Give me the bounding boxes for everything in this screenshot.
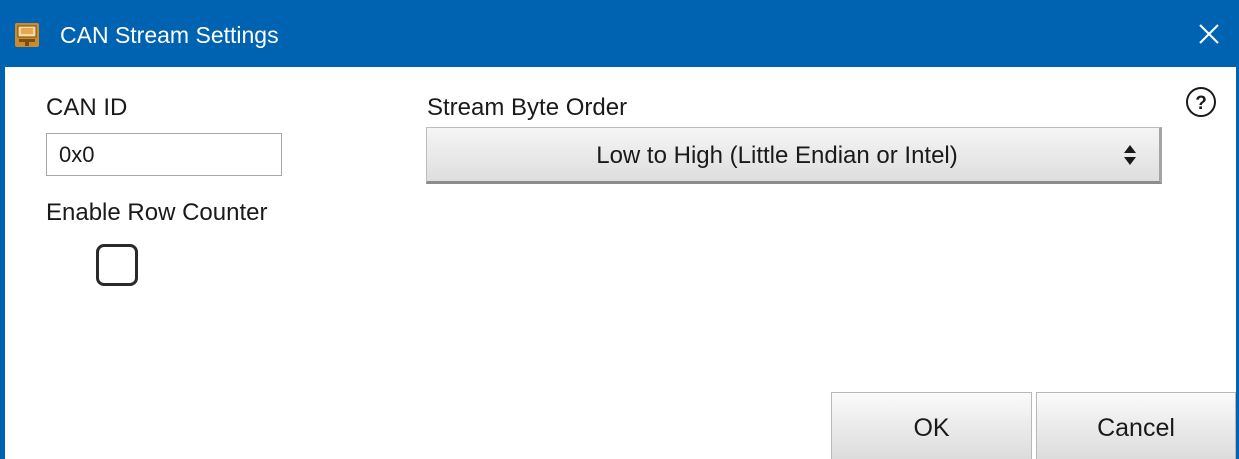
up-down-arrows-icon xyxy=(1124,145,1136,165)
row-counter-label: Enable Row Counter xyxy=(46,199,268,226)
can-id-input[interactable] xyxy=(46,133,282,176)
can-id-label: CAN ID xyxy=(46,94,128,121)
svg-text:?: ? xyxy=(1195,93,1207,114)
window-border-left xyxy=(0,67,5,459)
row-counter-checkbox[interactable] xyxy=(96,244,138,286)
byte-order-label: Stream Byte Order xyxy=(427,94,628,121)
app-icon xyxy=(15,23,39,47)
byte-order-selected-value: Low to High (Little Endian or Intel) xyxy=(596,142,958,169)
window-title: CAN Stream Settings xyxy=(60,22,279,48)
help-icon[interactable]: ? xyxy=(1184,85,1218,119)
can-stream-settings-dialog: CAN Stream Settings CAN ID Enable Row Co… xyxy=(0,0,1239,459)
title-bar: CAN Stream Settings xyxy=(0,0,1239,67)
close-icon[interactable] xyxy=(1188,13,1230,55)
cancel-button[interactable]: Cancel xyxy=(1036,392,1236,459)
byte-order-select[interactable]: Low to High (Little Endian or Intel) xyxy=(426,127,1162,184)
ok-button[interactable]: OK xyxy=(831,392,1032,459)
